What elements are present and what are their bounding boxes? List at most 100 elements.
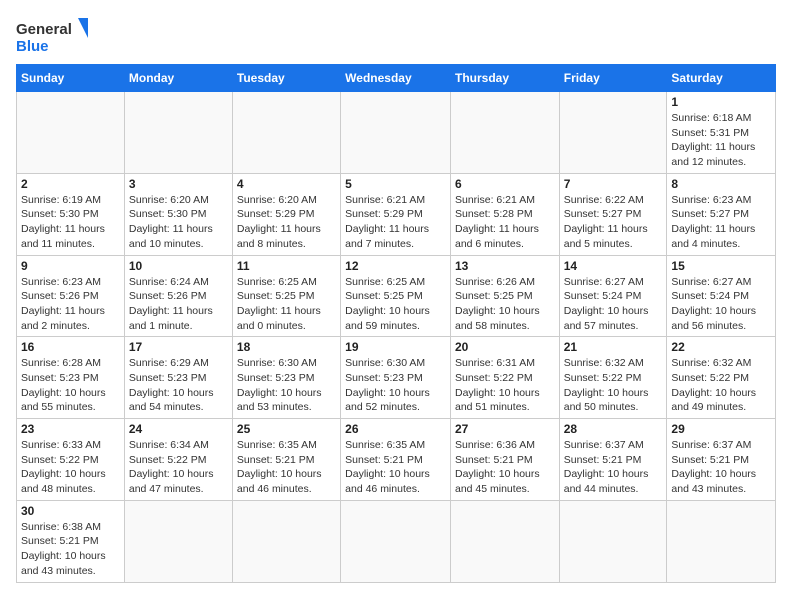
calendar-day-cell: 24Sunrise: 6:34 AM Sunset: 5:22 PM Dayli…: [124, 419, 232, 501]
calendar-week-row: 9 Sunrise: 6:23 AM Sunset: 5:26 PM Daylig…: [17, 255, 776, 337]
day-info: Sunrise: 6:21 AM Sunset: 5:29 PM Dayligh…: [345, 193, 446, 252]
day-number: 29: [671, 422, 771, 436]
calendar-day-cell: [124, 500, 232, 582]
day-number: 6: [455, 177, 555, 191]
day-info: Sunrise: 6:18 AM Sunset: 5:31 PM Dayligh…: [671, 111, 771, 170]
day-number: 9: [21, 259, 120, 273]
day-info: Sunrise: 6:24 AM Sunset: 5:26 PM Dayligh…: [129, 275, 228, 334]
day-number: 20: [455, 340, 555, 354]
day-info: Sunrise: 6:32 AM Sunset: 5:22 PM Dayligh…: [564, 356, 663, 415]
calendar-day-cell: 1 Sunrise: 6:18 AM Sunset: 5:31 PM Daylig…: [667, 92, 776, 174]
day-number: 23: [21, 422, 120, 436]
day-info: Sunrise: 6:35 AM Sunset: 5:21 PM Dayligh…: [237, 438, 336, 497]
header: GeneralBlue: [16, 16, 776, 56]
day-of-week-header: Monday: [124, 65, 232, 92]
day-info: Sunrise: 6:21 AM Sunset: 5:28 PM Dayligh…: [455, 193, 555, 252]
day-info: Sunrise: 6:27 AM Sunset: 5:24 PM Dayligh…: [671, 275, 771, 334]
day-info: Sunrise: 6:30 AM Sunset: 5:23 PM Dayligh…: [237, 356, 336, 415]
calendar-day-cell: 8 Sunrise: 6:23 AM Sunset: 5:27 PM Daylig…: [667, 173, 776, 255]
calendar-day-cell: 23 Sunrise: 6:33 AM Sunset: 5:22 PM Dayli…: [17, 419, 125, 501]
calendar-week-row: 30Sunrise: 6:38 AM Sunset: 5:21 PM Dayli…: [17, 500, 776, 582]
calendar-day-cell: 18 Sunrise: 6:30 AM Sunset: 5:23 PM Dayli…: [232, 337, 340, 419]
day-info: Sunrise: 6:23 AM Sunset: 5:26 PM Dayligh…: [21, 275, 120, 334]
calendar-day-cell: 7 Sunrise: 6:22 AM Sunset: 5:27 PM Daylig…: [559, 173, 667, 255]
day-info: Sunrise: 6:29 AM Sunset: 5:23 PM Dayligh…: [129, 356, 228, 415]
calendar-day-cell: 14 Sunrise: 6:27 AM Sunset: 5:24 PM Dayli…: [559, 255, 667, 337]
day-info: Sunrise: 6:31 AM Sunset: 5:22 PM Dayligh…: [455, 356, 555, 415]
calendar-day-cell: 27Sunrise: 6:36 AM Sunset: 5:21 PM Dayli…: [450, 419, 559, 501]
calendar-day-cell: 9 Sunrise: 6:23 AM Sunset: 5:26 PM Daylig…: [17, 255, 125, 337]
day-number: 15: [671, 259, 771, 273]
day-number: 12: [345, 259, 446, 273]
day-info: Sunrise: 6:30 AM Sunset: 5:23 PM Dayligh…: [345, 356, 446, 415]
calendar-day-cell: 30Sunrise: 6:38 AM Sunset: 5:21 PM Dayli…: [17, 500, 125, 582]
day-number: 14: [564, 259, 663, 273]
day-number: 10: [129, 259, 228, 273]
calendar-day-cell: 13Sunrise: 6:26 AM Sunset: 5:25 PM Dayli…: [450, 255, 559, 337]
day-info: Sunrise: 6:25 AM Sunset: 5:25 PM Dayligh…: [237, 275, 336, 334]
day-number: 19: [345, 340, 446, 354]
calendar-day-cell: 17 Sunrise: 6:29 AM Sunset: 5:23 PM Dayli…: [124, 337, 232, 419]
calendar-day-cell: 20 Sunrise: 6:31 AM Sunset: 5:22 PM Dayli…: [450, 337, 559, 419]
calendar-day-cell: [450, 500, 559, 582]
day-info: Sunrise: 6:25 AM Sunset: 5:25 PM Dayligh…: [345, 275, 446, 334]
day-number: 24: [129, 422, 228, 436]
day-info: Sunrise: 6:33 AM Sunset: 5:22 PM Dayligh…: [21, 438, 120, 497]
svg-text:Blue: Blue: [16, 38, 49, 55]
day-number: 8: [671, 177, 771, 191]
calendar-day-cell: 4 Sunrise: 6:20 AM Sunset: 5:29 PM Daylig…: [232, 173, 340, 255]
day-info: Sunrise: 6:37 AM Sunset: 5:21 PM Dayligh…: [671, 438, 771, 497]
day-number: 11: [237, 259, 336, 273]
calendar-day-cell: [341, 500, 451, 582]
calendar-day-cell: [450, 92, 559, 174]
day-number: 18: [237, 340, 336, 354]
day-number: 2: [21, 177, 120, 191]
calendar-week-row: 23 Sunrise: 6:33 AM Sunset: 5:22 PM Dayli…: [17, 419, 776, 501]
day-of-week-header: Tuesday: [232, 65, 340, 92]
day-number: 22: [671, 340, 771, 354]
calendar-day-cell: [667, 500, 776, 582]
day-info: Sunrise: 6:35 AM Sunset: 5:21 PM Dayligh…: [345, 438, 446, 497]
day-number: 3: [129, 177, 228, 191]
calendar-week-row: 2 Sunrise: 6:19 AM Sunset: 5:30 PM Daylig…: [17, 173, 776, 255]
calendar-week-row: 16Sunrise: 6:28 AM Sunset: 5:23 PM Dayli…: [17, 337, 776, 419]
day-number: 4: [237, 177, 336, 191]
day-number: 26: [345, 422, 446, 436]
day-info: Sunrise: 6:19 AM Sunset: 5:30 PM Dayligh…: [21, 193, 120, 252]
calendar-day-cell: 25 Sunrise: 6:35 AM Sunset: 5:21 PM Dayli…: [232, 419, 340, 501]
day-number: 25: [237, 422, 336, 436]
logo: GeneralBlue: [16, 16, 96, 56]
day-of-week-header: Sunday: [17, 65, 125, 92]
day-of-week-header: Thursday: [450, 65, 559, 92]
calendar-day-cell: 3Sunrise: 6:20 AM Sunset: 5:30 PM Daylig…: [124, 173, 232, 255]
day-info: Sunrise: 6:22 AM Sunset: 5:27 PM Dayligh…: [564, 193, 663, 252]
day-info: Sunrise: 6:20 AM Sunset: 5:29 PM Dayligh…: [237, 193, 336, 252]
day-info: Sunrise: 6:32 AM Sunset: 5:22 PM Dayligh…: [671, 356, 771, 415]
day-number: 5: [345, 177, 446, 191]
calendar-day-cell: 21Sunrise: 6:32 AM Sunset: 5:22 PM Dayli…: [559, 337, 667, 419]
day-number: 16: [21, 340, 120, 354]
calendar-header-row: SundayMondayTuesdayWednesdayThursdayFrid…: [17, 65, 776, 92]
calendar-day-cell: 2 Sunrise: 6:19 AM Sunset: 5:30 PM Daylig…: [17, 173, 125, 255]
day-number: 17: [129, 340, 228, 354]
day-info: Sunrise: 6:26 AM Sunset: 5:25 PM Dayligh…: [455, 275, 555, 334]
calendar-day-cell: [124, 92, 232, 174]
calendar-day-cell: 19 Sunrise: 6:30 AM Sunset: 5:23 PM Dayli…: [341, 337, 451, 419]
day-number: 1: [671, 95, 771, 109]
calendar-day-cell: 16Sunrise: 6:28 AM Sunset: 5:23 PM Dayli…: [17, 337, 125, 419]
calendar-day-cell: 22 Sunrise: 6:32 AM Sunset: 5:22 PM Dayli…: [667, 337, 776, 419]
calendar: SundayMondayTuesdayWednesdayThursdayFrid…: [16, 64, 776, 583]
calendar-day-cell: [17, 92, 125, 174]
day-number: 27: [455, 422, 555, 436]
day-info: Sunrise: 6:23 AM Sunset: 5:27 PM Dayligh…: [671, 193, 771, 252]
calendar-day-cell: 26 Sunrise: 6:35 AM Sunset: 5:21 PM Dayli…: [341, 419, 451, 501]
day-number: 7: [564, 177, 663, 191]
logo-icon: GeneralBlue: [16, 16, 96, 56]
calendar-day-cell: 11 Sunrise: 6:25 AM Sunset: 5:25 PM Dayli…: [232, 255, 340, 337]
day-info: Sunrise: 6:27 AM Sunset: 5:24 PM Dayligh…: [564, 275, 663, 334]
calendar-day-cell: [559, 500, 667, 582]
day-info: Sunrise: 6:38 AM Sunset: 5:21 PM Dayligh…: [21, 520, 120, 579]
calendar-day-cell: [341, 92, 451, 174]
day-number: 28: [564, 422, 663, 436]
calendar-day-cell: 29 Sunrise: 6:37 AM Sunset: 5:21 PM Dayli…: [667, 419, 776, 501]
